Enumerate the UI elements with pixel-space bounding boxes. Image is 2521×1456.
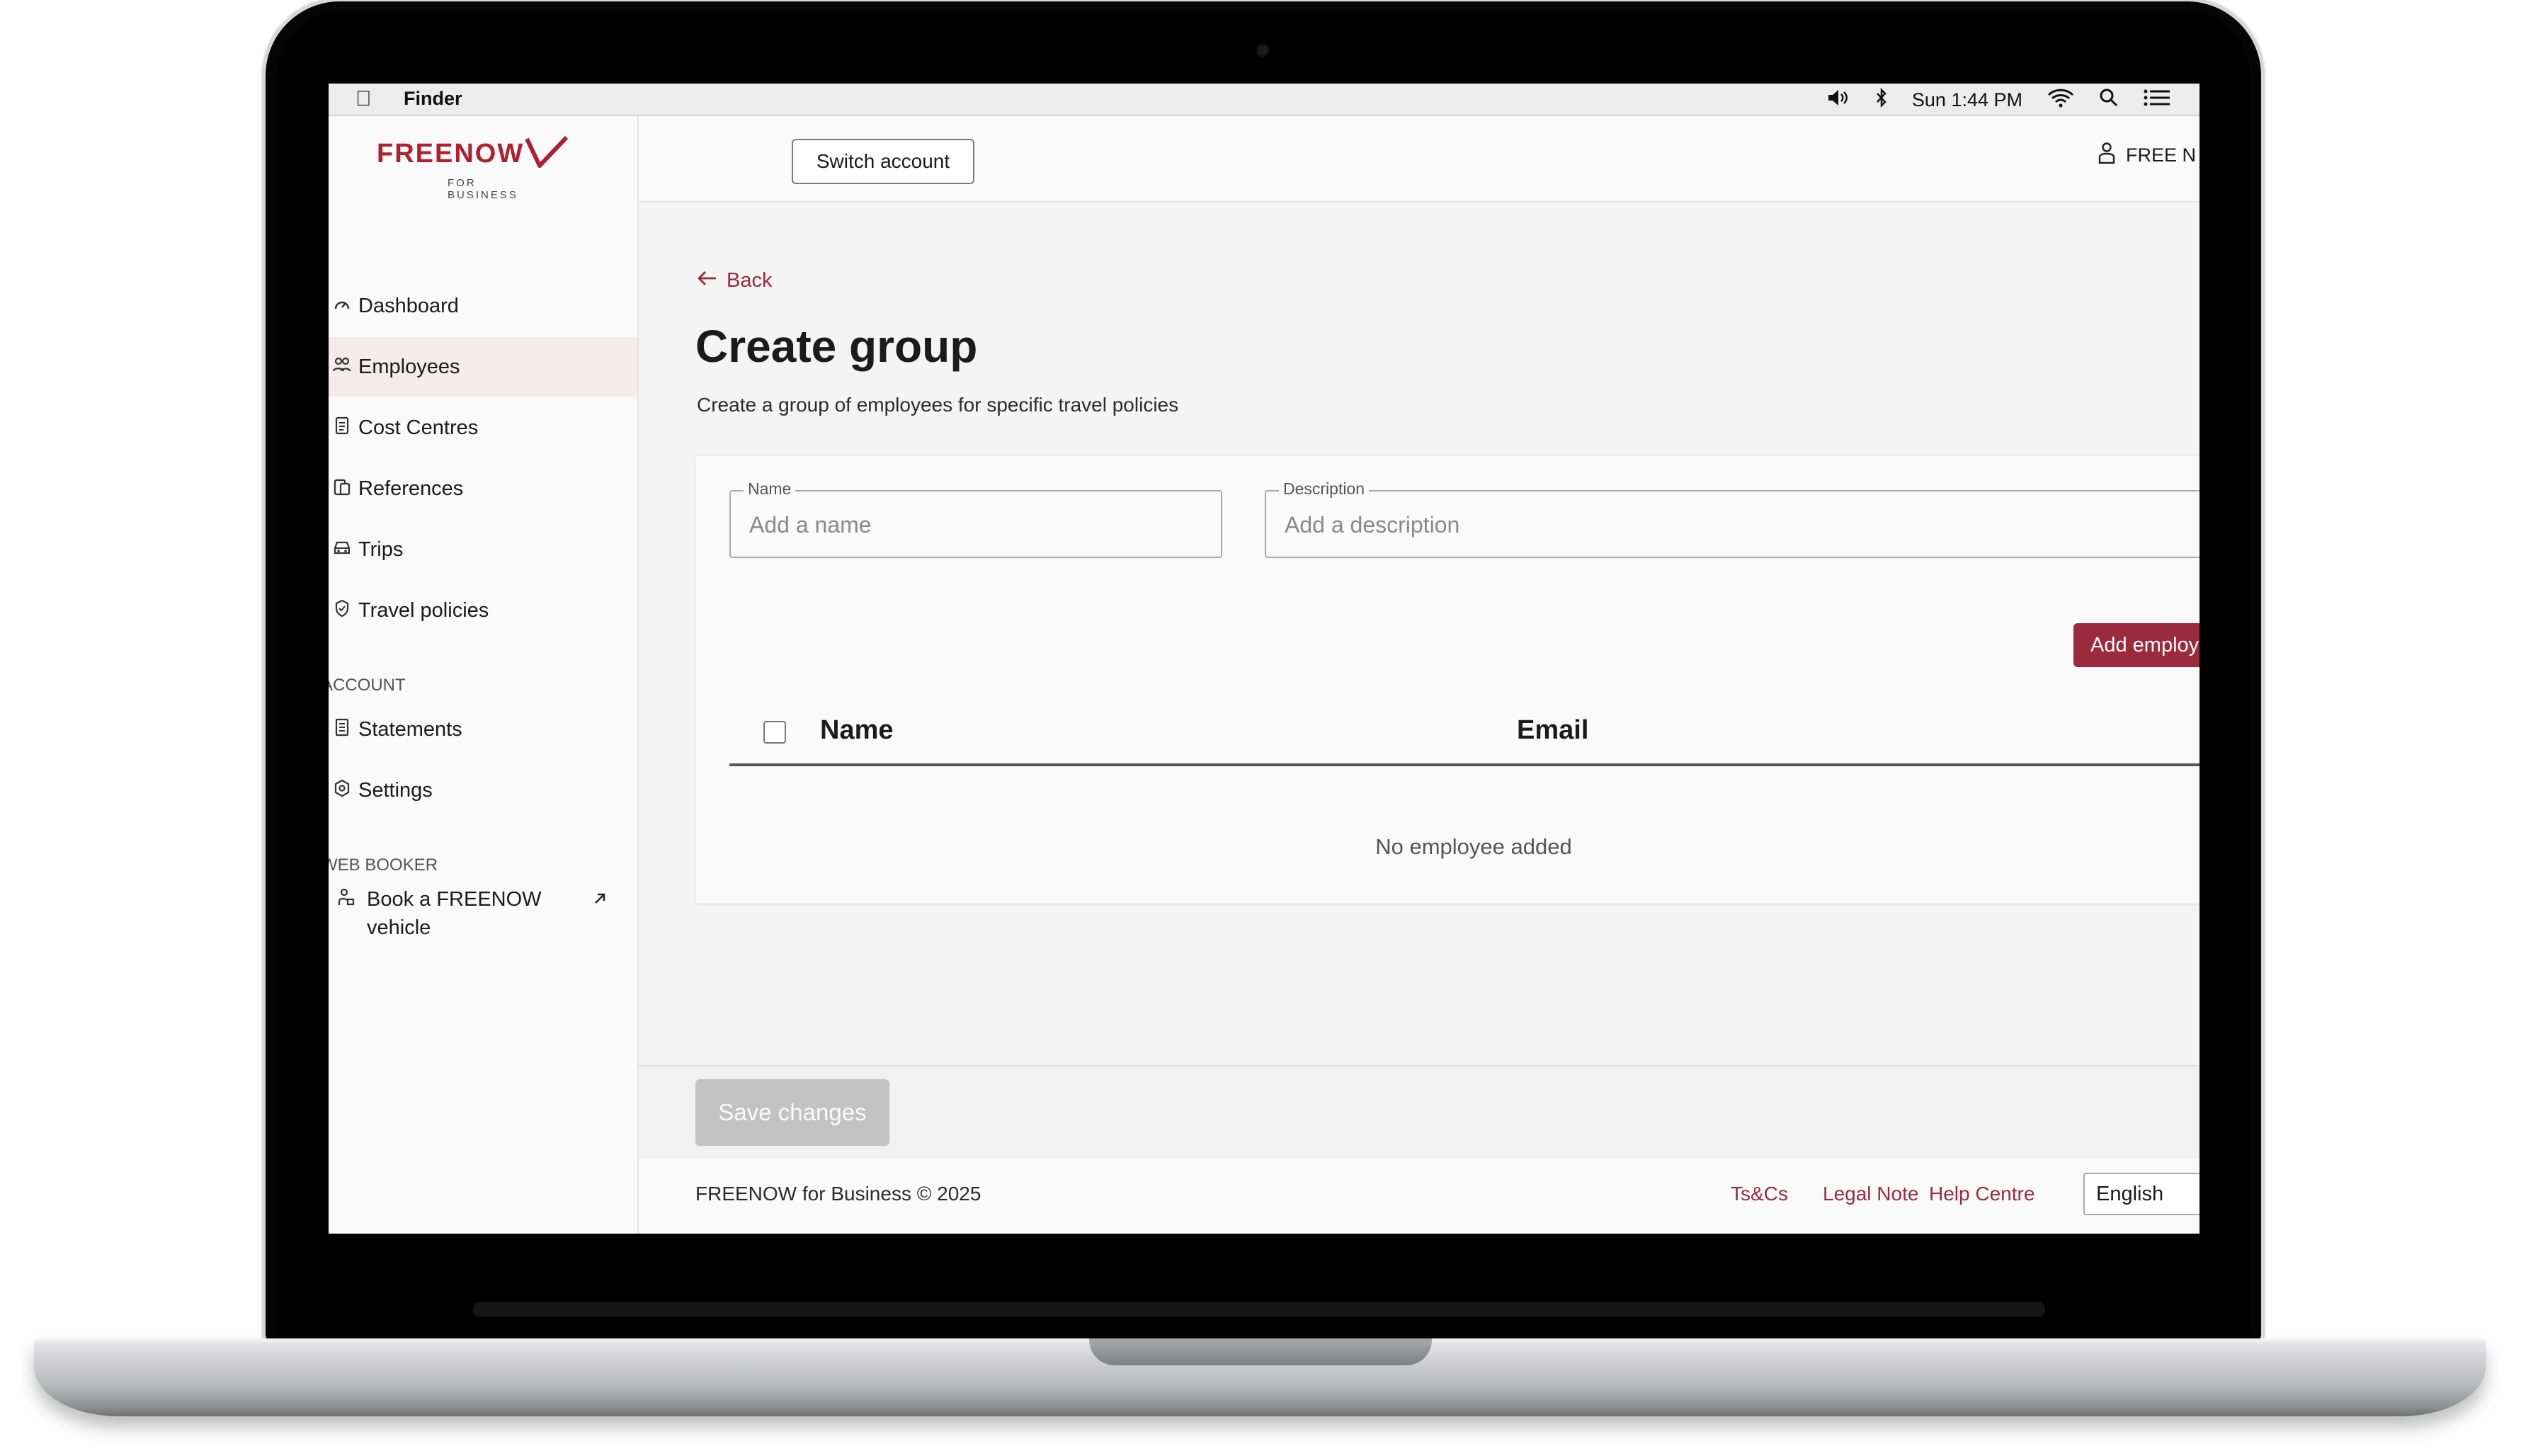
sidebar-item-cost-centres[interactable]: Cost Centres bbox=[329, 398, 637, 457]
sidebar-item-label: Statements bbox=[358, 717, 462, 741]
sidebar-item-label: References bbox=[358, 477, 464, 500]
name-field[interactable]: Name bbox=[729, 479, 1222, 558]
sidebar-item-label: Cost Centres bbox=[358, 416, 479, 439]
footer-link-terms[interactable]: Ts&Cs bbox=[1731, 1183, 1788, 1205]
sidebar-item-book-vehicle[interactable]: Book a FREENOW vehicle bbox=[329, 881, 637, 952]
book-vehicle-label-line1: Book a FREENOW bbox=[367, 888, 542, 911]
document-icon bbox=[331, 416, 353, 440]
clipboard-icon bbox=[331, 477, 353, 501]
statement-icon bbox=[331, 718, 353, 741]
laptop-notch bbox=[1089, 1338, 1432, 1365]
sidebar-item-label: Trips bbox=[358, 538, 404, 561]
footer-link-help-centre[interactable]: Help Centre bbox=[1929, 1183, 2035, 1205]
column-header-email[interactable]: Email bbox=[1517, 715, 1588, 746]
language-select[interactable]: English bbox=[2083, 1173, 2200, 1215]
sidebar-item-statements[interactable]: Statements bbox=[329, 700, 637, 759]
group-form-card: Name Description Add employ Name Email N… bbox=[695, 456, 2200, 904]
menu-clock[interactable]: Sun 1:44 PM bbox=[1912, 89, 2022, 111]
column-header-name[interactable]: Name bbox=[820, 715, 894, 746]
sidebar-item-label: Settings bbox=[358, 778, 433, 802]
page-subtitle: Create a group of employees for specific… bbox=[697, 394, 1179, 416]
main-content: Switch account FREE N Back Create group … bbox=[639, 116, 2200, 1234]
apple-icon[interactable]:  bbox=[355, 87, 372, 111]
name-input[interactable] bbox=[748, 511, 1204, 539]
top-bar: Switch account FREE N bbox=[639, 116, 2200, 203]
user-name: FREE N bbox=[2126, 144, 2197, 166]
sidebar-item-settings[interactable]: Settings bbox=[329, 761, 637, 820]
logo-text: FREENOW bbox=[377, 139, 525, 169]
screen:  Finder Sun 1:44 PM FREENOW FO bbox=[329, 84, 2200, 1234]
empty-table-message: No employee added bbox=[1375, 834, 1572, 859]
settings-icon bbox=[331, 779, 353, 802]
arrow-left-icon bbox=[697, 269, 718, 292]
book-vehicle-label-line2: vehicle bbox=[367, 916, 431, 939]
back-link[interactable]: Back bbox=[697, 269, 772, 292]
bluetooth-icon[interactable] bbox=[1875, 87, 1888, 113]
description-field[interactable]: Description bbox=[1265, 479, 2200, 558]
footer: FREENOW for Business © 2025 Ts&Cs Legal … bbox=[639, 1159, 2200, 1234]
footer-link-legal-note[interactable]: Legal Note bbox=[1823, 1183, 1918, 1205]
sidebar-item-dashboard[interactable]: Dashboard bbox=[329, 276, 637, 336]
sidebar-item-label: Employees bbox=[358, 355, 460, 378]
sidebar-section-web-booker: WEB BOOKER bbox=[329, 855, 438, 875]
person-car-icon bbox=[336, 888, 357, 911]
menu-status-area: Sun 1:44 PM bbox=[1827, 87, 2171, 113]
logo-subtitle: FOR BUSINESS bbox=[448, 177, 518, 201]
menu-app-name[interactable]: Finder bbox=[404, 88, 462, 110]
name-field-label: Name bbox=[744, 479, 796, 499]
logo-check-icon bbox=[525, 135, 569, 168]
user-icon bbox=[2098, 142, 2116, 169]
sidebar-section-account: ACCOUNT bbox=[329, 676, 406, 695]
car-icon bbox=[331, 540, 353, 560]
freenow-logo[interactable]: FREENOW FOR BUSINESS bbox=[377, 135, 569, 201]
add-employees-button[interactable]: Add employ bbox=[2073, 623, 2200, 667]
menu-bar:  Finder Sun 1:44 PM bbox=[329, 84, 2200, 116]
sidebar-item-references[interactable]: References bbox=[329, 459, 637, 518]
table-header-divider bbox=[729, 763, 2200, 766]
save-bar: Save changes bbox=[639, 1065, 2200, 1159]
sidebar-item-employees[interactable]: Employees bbox=[329, 337, 637, 397]
users-icon bbox=[331, 356, 353, 378]
select-all-checkbox[interactable] bbox=[763, 721, 786, 744]
laptop-chin bbox=[473, 1302, 2045, 1317]
spotlight-search-icon[interactable] bbox=[2099, 88, 2119, 113]
sidebar-item-travel-policies[interactable]: Travel policies bbox=[329, 581, 637, 640]
footer-copyright: FREENOW for Business © 2025 bbox=[695, 1183, 981, 1205]
camera-icon bbox=[1258, 45, 1268, 55]
sidebar-item-trips[interactable]: Trips bbox=[329, 520, 637, 579]
book-vehicle-label: Book a FREENOW vehicle bbox=[367, 885, 542, 942]
wifi-icon[interactable] bbox=[2047, 88, 2075, 113]
switch-account-button[interactable]: Switch account bbox=[792, 139, 974, 184]
page-title: Create group bbox=[695, 321, 978, 372]
save-changes-button[interactable]: Save changes bbox=[695, 1079, 889, 1146]
shield-icon bbox=[331, 599, 353, 622]
sidebar-item-label: Dashboard bbox=[358, 294, 459, 317]
description-field-label: Description bbox=[1279, 479, 1370, 499]
control-center-icon[interactable] bbox=[2143, 88, 2171, 113]
sidebar-item-label: Travel policies bbox=[358, 598, 489, 622]
sidebar: FREENOW FOR BUSINESS Dashboard Employees… bbox=[329, 116, 639, 1234]
gauge-icon bbox=[331, 296, 353, 317]
back-label: Back bbox=[727, 269, 773, 292]
external-link-icon bbox=[592, 889, 608, 911]
description-input[interactable] bbox=[1283, 511, 2200, 539]
volume-icon[interactable] bbox=[1827, 89, 1851, 112]
user-menu[interactable]: FREE N bbox=[2098, 142, 2196, 169]
